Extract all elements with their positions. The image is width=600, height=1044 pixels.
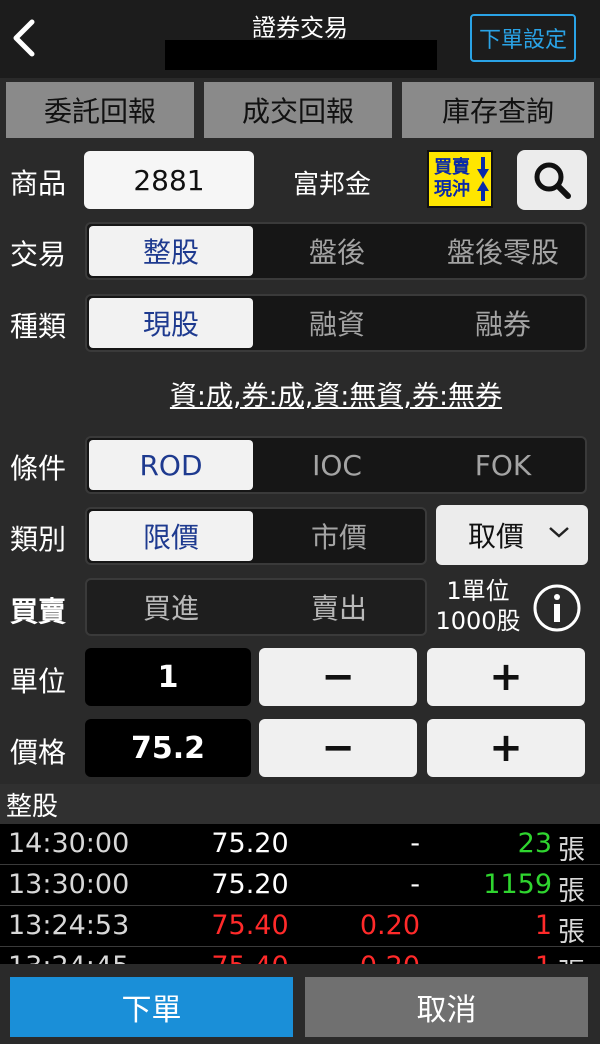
side-option-buy[interactable]: 買進 bbox=[89, 580, 253, 634]
price-type-option-market[interactable]: 市價 bbox=[255, 509, 423, 563]
product-code-input[interactable]: 2881 bbox=[84, 151, 254, 209]
tick-time: 13:30:00 bbox=[8, 869, 130, 900]
tick-change: - bbox=[410, 828, 420, 859]
unit-info-line2: 1000股 bbox=[435, 607, 521, 635]
tick-change: - bbox=[410, 869, 420, 900]
inventory-query-button[interactable]: 庫存查詢 bbox=[402, 82, 594, 138]
up-down-arrows-icon bbox=[475, 155, 491, 203]
category-option-cash[interactable]: 現股 bbox=[89, 298, 253, 348]
tick-time: 13:24:53 bbox=[8, 910, 130, 941]
trade-type-segment: 整股 盤後 盤後零股 bbox=[85, 222, 587, 280]
place-order-button[interactable]: 下單 bbox=[10, 977, 293, 1037]
price-input[interactable]: 75.2 bbox=[85, 719, 251, 777]
redacted-account-bar bbox=[165, 40, 437, 70]
price-type-option-limit[interactable]: 限價 bbox=[89, 511, 253, 561]
tick-unit: 張 bbox=[558, 876, 585, 907]
condition-option-rod[interactable]: ROD bbox=[89, 440, 253, 490]
category-label: 種類 bbox=[10, 310, 67, 343]
trade-option-after-hours[interactable]: 盤後 bbox=[255, 224, 419, 278]
tick-change: 0.20 bbox=[359, 910, 420, 941]
tick-row: 13:30:00 75.20 - 1159 張 bbox=[0, 865, 600, 907]
side-segment: 買進 賣出 bbox=[85, 578, 427, 636]
tick-unit: 張 bbox=[558, 917, 585, 948]
order-settings-button[interactable]: 下單設定 bbox=[470, 14, 576, 62]
cancel-button[interactable]: 取消 bbox=[305, 977, 588, 1037]
fetch-price-dropdown[interactable]: 取價 bbox=[436, 505, 588, 565]
unit-info-text: 1單位 1000股 bbox=[428, 576, 528, 636]
trade-option-regular[interactable]: 整股 bbox=[89, 226, 253, 276]
tick-price: 75.40 bbox=[211, 910, 289, 941]
fetch-price-label: 取價 bbox=[468, 520, 525, 553]
tick-change: 0.20 bbox=[330, 951, 420, 964]
condition-option-fok[interactable]: FOK bbox=[421, 438, 585, 492]
chevron-down-icon bbox=[549, 527, 569, 538]
day-trade-line2: 現沖 bbox=[434, 179, 470, 200]
tick-row: 14:30:00 75.20 - 23 張 bbox=[0, 824, 600, 866]
condition-segment: ROD IOC FOK bbox=[85, 436, 587, 494]
tick-volume: 23 bbox=[517, 828, 552, 859]
tick-price: 75.20 bbox=[211, 869, 289, 900]
tick-row: 13:24:53 75.40 0.20 1 張 bbox=[0, 906, 600, 948]
order-report-button[interactable]: 委託回報 bbox=[6, 82, 194, 138]
tick-volume: 1 bbox=[430, 951, 552, 964]
info-icon[interactable] bbox=[532, 583, 582, 633]
trade-report-button[interactable]: 成交回報 bbox=[204, 82, 392, 138]
day-trade-badge[interactable]: 買賣 現沖 bbox=[427, 150, 493, 208]
tick-time: 14:30:00 bbox=[8, 828, 130, 859]
tick-list[interactable]: 14:30:00 75.20 - 23 張 13:30:00 75.20 - 1… bbox=[0, 824, 600, 964]
search-icon bbox=[534, 162, 571, 199]
tick-unit: 張 bbox=[558, 835, 585, 866]
side-label: 買賣 bbox=[10, 595, 67, 628]
price-type-segment: 限價 市價 bbox=[85, 507, 427, 565]
app-header: 證券交易 下單設定 bbox=[0, 0, 600, 78]
tick-volume: 1159 bbox=[483, 869, 552, 900]
product-label: 商品 bbox=[10, 167, 67, 200]
trade-option-after-hours-odd[interactable]: 盤後零股 bbox=[421, 224, 585, 278]
condition-option-ioc[interactable]: IOC bbox=[255, 438, 419, 492]
price-decrease-button[interactable]: − bbox=[259, 719, 417, 777]
price-increase-button[interactable]: + bbox=[427, 719, 585, 777]
quantity-decrease-button[interactable]: − bbox=[259, 648, 417, 706]
category-option-margin[interactable]: 融資 bbox=[255, 296, 419, 350]
price-label: 價格 bbox=[10, 736, 67, 769]
category-option-short[interactable]: 融券 bbox=[421, 296, 585, 350]
tick-price: 75.20 bbox=[211, 828, 289, 859]
search-button[interactable] bbox=[517, 150, 587, 210]
tick-price: 75.40 bbox=[170, 951, 330, 964]
tick-unit: 張 bbox=[558, 951, 585, 964]
quantity-input[interactable]: 1 bbox=[85, 648, 251, 706]
category-segment: 現股 融資 融券 bbox=[85, 294, 587, 352]
price-type-label: 類別 bbox=[10, 523, 67, 556]
product-name: 富邦金 bbox=[292, 170, 371, 200]
bottom-action-bar: 下單 取消 bbox=[0, 964, 600, 1044]
side-option-sell[interactable]: 賣出 bbox=[255, 580, 423, 634]
quantity-increase-button[interactable]: + bbox=[427, 648, 585, 706]
condition-label: 條件 bbox=[10, 452, 67, 485]
tick-row: 13:24:45 75.40 0.20 1 張 bbox=[0, 947, 600, 964]
day-trade-line1: 買賣 bbox=[434, 157, 470, 178]
ticks-section-title: 整股 bbox=[0, 784, 600, 824]
unit-info-line1: 1單位 bbox=[446, 577, 510, 605]
tick-time: 13:24:45 bbox=[8, 951, 129, 964]
trade-label: 交易 bbox=[10, 238, 67, 271]
margin-status-text[interactable]: 資:成,券:成,資:無資,券:無券 bbox=[0, 374, 600, 413]
quantity-label: 單位 bbox=[10, 665, 67, 698]
tick-volume: 1 bbox=[534, 910, 552, 941]
